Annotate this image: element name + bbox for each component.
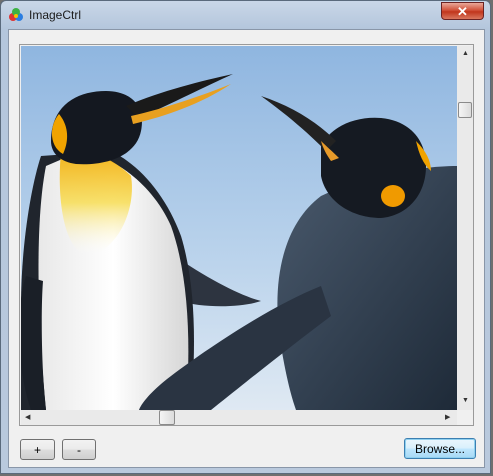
- app-icon: [9, 8, 23, 21]
- close-icon: ✕: [457, 3, 468, 19]
- image-ctrl-window: ImageCtrl ✕ ▲ ▼ ◀ ▶ + - Browse...: [0, 0, 491, 474]
- vertical-scrollbar[interactable]: ▲ ▼: [457, 46, 473, 410]
- image-frame: ▲ ▼ ◀ ▶: [19, 44, 474, 426]
- title-bar[interactable]: ImageCtrl ✕: [1, 1, 490, 29]
- horizontal-scrollbar[interactable]: ◀ ▶: [21, 410, 457, 425]
- zoom-in-button[interactable]: +: [20, 439, 55, 460]
- vertical-scroll-thumb[interactable]: [458, 102, 472, 118]
- scroll-left-arrow-icon[interactable]: ◀: [25, 414, 30, 421]
- zoom-out-button[interactable]: -: [62, 439, 96, 460]
- scroll-up-arrow-icon[interactable]: ▲: [462, 50, 469, 57]
- window-title: ImageCtrl: [29, 8, 82, 22]
- penguins-image: [21, 46, 457, 410]
- image-viewport[interactable]: [21, 46, 457, 410]
- client-area: ▲ ▼ ◀ ▶ + - Browse...: [8, 29, 485, 468]
- close-button[interactable]: ✕: [441, 2, 484, 20]
- scroll-right-arrow-icon[interactable]: ▶: [445, 414, 450, 421]
- scroll-down-arrow-icon[interactable]: ▼: [462, 397, 469, 404]
- horizontal-scroll-thumb[interactable]: [159, 410, 175, 425]
- scrollbar-corner: [457, 410, 473, 425]
- browse-button[interactable]: Browse...: [404, 438, 476, 459]
